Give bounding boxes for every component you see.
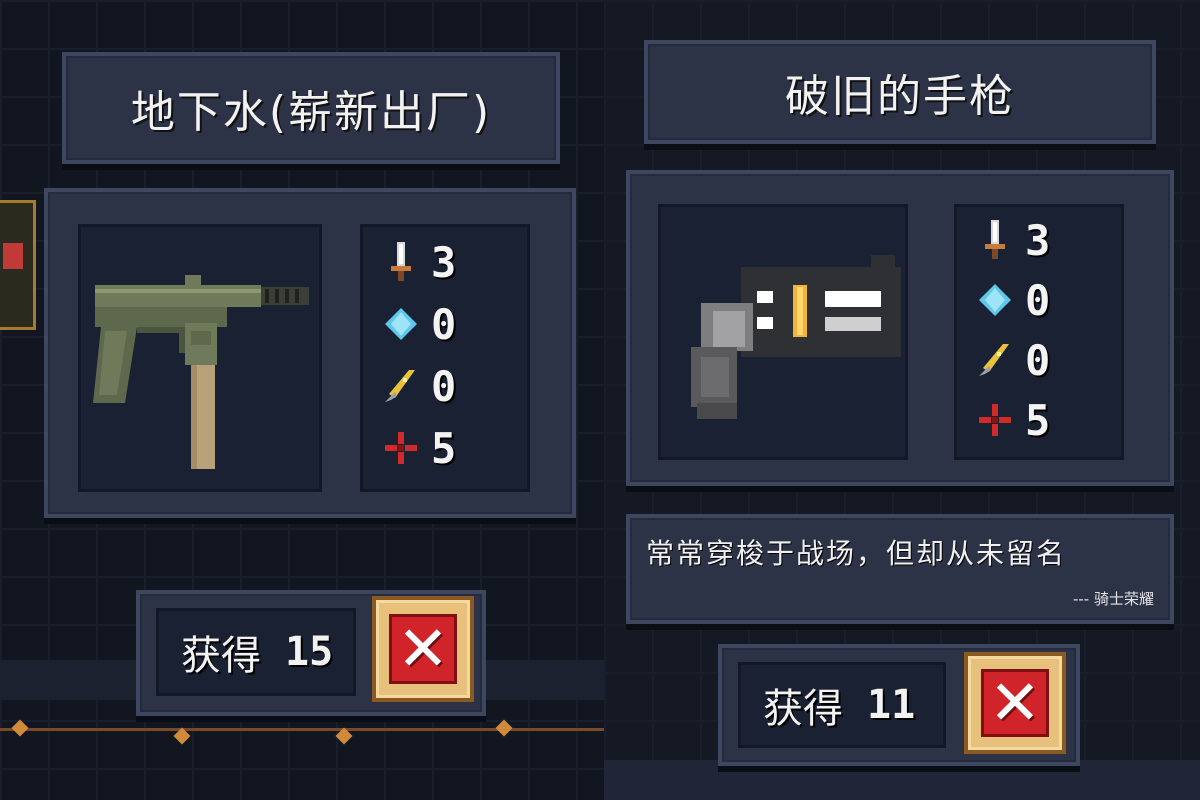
description-signature: --- 骑士荣耀 [1072, 590, 1154, 608]
floor-strip [604, 760, 1200, 800]
weapon-preview-box [78, 224, 322, 492]
pistol-icon [691, 255, 901, 419]
stat-value: 5 [431, 423, 457, 473]
pen-dagger-icon [975, 340, 1015, 380]
obtain-value: 11 [867, 682, 916, 728]
red-cross-icon [381, 428, 421, 468]
stat-accuracy: 5 [975, 395, 1050, 445]
red-cross-icon [975, 400, 1015, 440]
stat-value: 0 [1025, 335, 1051, 385]
diamond-gem-icon [381, 304, 421, 344]
weapon-description: 常常穿梭于战场，但却从未留名 [646, 537, 1067, 570]
stat-value: 3 [1025, 215, 1051, 265]
weapon-title: 破旧的手枪 [785, 71, 1015, 122]
pen-dagger-icon [381, 366, 421, 406]
stat-value: 0 [431, 299, 457, 349]
obtain-label: 获得 [181, 633, 261, 679]
stat-energy: 0 [381, 361, 456, 411]
obtain-label: 获得 [763, 686, 843, 732]
close-button[interactable]: ✕ [964, 652, 1066, 754]
weapon-title-panel: 地下水(崭新出厂) [62, 52, 560, 164]
stat-damage: 3 [381, 237, 456, 287]
weapon-title: 地下水(崭新出厂) [130, 87, 492, 138]
obtain-box: 获得 15 [156, 608, 356, 696]
close-icon: ✕ [389, 613, 457, 685]
weapon-stats-box: 3 0 0 5 [360, 224, 530, 492]
diamond-gem-icon [975, 280, 1015, 320]
close-button[interactable]: ✕ [372, 596, 474, 702]
left-weapon-screen: 地下水(崭新出厂) 3 0 0 5 获得 15 ✕ [0, 0, 604, 800]
weapon-stats-box: 3 0 0 5 [954, 204, 1124, 460]
weapon-title-panel: 破旧的手枪 [644, 40, 1156, 144]
obtain-panel: 获得 15 ✕ [136, 590, 486, 716]
stat-accuracy: 5 [381, 423, 456, 473]
stat-value: 0 [1025, 275, 1051, 325]
weapon-info-panel: 3 0 0 5 [626, 170, 1174, 486]
stat-value: 3 [431, 237, 457, 287]
floor-border-line [0, 728, 604, 731]
close-icon: ✕ [981, 669, 1049, 737]
stat-crit: 0 [381, 299, 456, 349]
sword-icon [975, 220, 1015, 260]
weapon-description-panel: 常常穿梭于战场，但却从未留名 --- 骑士荣耀 [626, 514, 1174, 624]
weapon-preview-box [658, 204, 908, 460]
obtain-value: 15 [285, 629, 334, 675]
sword-icon [381, 242, 421, 282]
obtain-panel: 获得 11 ✕ [718, 644, 1080, 766]
obtain-box: 获得 11 [738, 662, 946, 748]
stat-value: 0 [431, 361, 457, 411]
chest-edge-decoration [0, 200, 36, 330]
stat-crit: 0 [975, 275, 1050, 325]
smg-icon [93, 275, 309, 469]
right-weapon-screen: 破旧的手枪 3 0 0 5 常常穿梭于战场，但却从未留名 --- 骑士荣耀 获得… [604, 0, 1200, 800]
weapon-info-panel: 3 0 0 5 [44, 188, 576, 518]
stat-energy: 0 [975, 335, 1050, 385]
stat-damage: 3 [975, 215, 1050, 265]
stat-value: 5 [1025, 395, 1051, 445]
